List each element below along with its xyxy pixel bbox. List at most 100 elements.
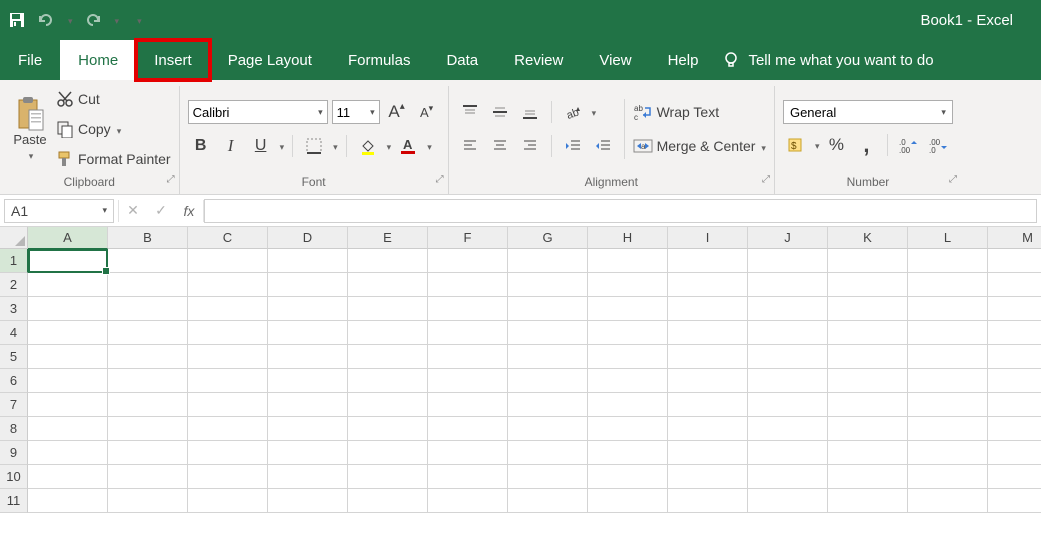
qat-customize-icon[interactable] [135, 11, 142, 29]
cell[interactable] [268, 345, 348, 369]
cell[interactable] [28, 369, 108, 393]
worksheet-grid[interactable]: ABCDEFGHIJKLM 1234567891011 [0, 227, 1041, 545]
cell[interactable] [268, 393, 348, 417]
cell[interactable] [108, 441, 188, 465]
cell[interactable] [748, 273, 828, 297]
tab-data[interactable]: Data [428, 40, 496, 80]
cell[interactable] [508, 321, 588, 345]
enter-icon[interactable]: ✓ [147, 197, 175, 225]
cell[interactable] [28, 321, 108, 345]
cell[interactable] [508, 249, 588, 273]
cell[interactable] [188, 297, 268, 321]
cell[interactable] [188, 273, 268, 297]
cell[interactable] [828, 393, 908, 417]
cell[interactable] [508, 465, 588, 489]
cell[interactable] [508, 345, 588, 369]
column-header[interactable]: E [348, 227, 428, 249]
column-header[interactable]: C [188, 227, 268, 249]
cell[interactable] [348, 273, 428, 297]
cell[interactable] [668, 321, 748, 345]
cell[interactable] [828, 273, 908, 297]
cell[interactable] [268, 273, 348, 297]
accounting-format-icon[interactable]: $ [783, 132, 809, 158]
cell[interactable] [588, 321, 668, 345]
row-header[interactable]: 2 [0, 273, 28, 297]
cell[interactable] [348, 297, 428, 321]
column-header[interactable]: I [668, 227, 748, 249]
cell[interactable] [508, 393, 588, 417]
cell[interactable] [828, 441, 908, 465]
row-header[interactable]: 6 [0, 369, 28, 393]
underline-dropdown-icon[interactable] [278, 137, 285, 155]
wrap-text-button[interactable]: abc Wrap Text [633, 99, 766, 125]
copy-dropdown-icon[interactable] [115, 121, 122, 137]
cell[interactable] [828, 249, 908, 273]
copy-button[interactable]: Copy [56, 116, 171, 142]
cell[interactable] [588, 465, 668, 489]
cell[interactable] [268, 489, 348, 513]
column-header[interactable]: J [748, 227, 828, 249]
cancel-icon[interactable]: ✕ [119, 197, 147, 225]
cell[interactable] [428, 441, 508, 465]
row-header[interactable]: 11 [0, 489, 28, 513]
cell[interactable] [988, 441, 1041, 465]
cell[interactable] [508, 417, 588, 441]
column-header[interactable]: L [908, 227, 988, 249]
row-header[interactable]: 4 [0, 321, 28, 345]
paste-button[interactable]: Paste [8, 94, 52, 164]
cell[interactable] [348, 345, 428, 369]
orientation-dropdown-icon[interactable] [590, 103, 597, 121]
cell[interactable] [668, 369, 748, 393]
cell[interactable] [988, 417, 1041, 441]
tab-file[interactable]: File [0, 40, 60, 80]
increase-indent-icon[interactable] [590, 133, 616, 159]
save-icon[interactable] [8, 11, 26, 29]
cell[interactable] [348, 465, 428, 489]
cell[interactable] [188, 417, 268, 441]
cell[interactable] [668, 417, 748, 441]
number-launcher-icon[interactable]: ⤢ [949, 174, 957, 185]
cell[interactable] [908, 417, 988, 441]
insert-function-button[interactable]: fx [175, 197, 203, 225]
clipboard-launcher-icon[interactable]: ⤢ [167, 174, 175, 185]
column-header[interactable]: F [428, 227, 508, 249]
cell[interactable] [508, 297, 588, 321]
tell-me-search[interactable]: Tell me what you want to do [722, 40, 933, 80]
cell[interactable] [28, 393, 108, 417]
cell[interactable] [428, 465, 508, 489]
formula-input[interactable] [204, 199, 1037, 223]
fill-color-dropdown-icon[interactable] [385, 137, 392, 155]
row-header[interactable]: 1 [0, 249, 28, 273]
undo-dropdown-icon[interactable] [66, 11, 73, 29]
format-painter-button[interactable]: Format Painter [56, 146, 171, 172]
increase-decimal-icon[interactable]: .0.00 [896, 132, 922, 158]
cell[interactable] [828, 369, 908, 393]
align-top-icon[interactable] [457, 99, 483, 125]
cell[interactable] [108, 489, 188, 513]
cell[interactable] [28, 345, 108, 369]
cell[interactable] [908, 489, 988, 513]
cell[interactable] [748, 297, 828, 321]
name-box[interactable]: A1▾ [4, 199, 114, 223]
cell[interactable] [348, 369, 428, 393]
cell[interactable] [188, 393, 268, 417]
cell[interactable] [908, 465, 988, 489]
row-header[interactable]: 7 [0, 393, 28, 417]
tab-view[interactable]: View [581, 40, 649, 80]
cell[interactable] [348, 249, 428, 273]
cell[interactable] [828, 321, 908, 345]
cell[interactable] [28, 441, 108, 465]
cell[interactable] [908, 273, 988, 297]
cell[interactable] [908, 441, 988, 465]
column-header[interactable]: G [508, 227, 588, 249]
cell[interactable] [108, 297, 188, 321]
cell[interactable] [668, 273, 748, 297]
align-left-icon[interactable] [457, 133, 483, 159]
underline-button[interactable]: U [248, 133, 274, 159]
cell[interactable] [428, 249, 508, 273]
cell[interactable] [428, 273, 508, 297]
cell[interactable] [268, 441, 348, 465]
cell[interactable] [748, 249, 828, 273]
cell[interactable] [28, 465, 108, 489]
row-header[interactable]: 5 [0, 345, 28, 369]
